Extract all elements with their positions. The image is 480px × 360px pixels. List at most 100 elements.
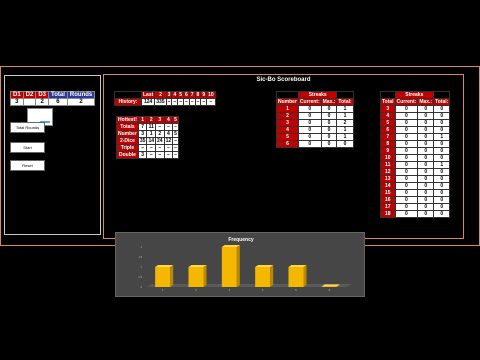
total-streaks-cell: 0: [394, 154, 419, 162]
total-streaks-cell: 0: [433, 147, 451, 155]
hottest-cell: 3: [137, 151, 148, 159]
history-value: 335: [154, 98, 167, 106]
total-streaks-cell: 0: [433, 119, 451, 127]
bar: [221, 247, 237, 287]
y-tick-label: 0: [141, 286, 143, 289]
d3-value[interactable]: 2: [35, 98, 50, 106]
total-streaks-cell: 0: [394, 161, 419, 169]
total-streaks-row-label: 3: [380, 105, 396, 113]
number-streaks-header: Total:: [336, 98, 354, 106]
hottest-row-label: Totals: [116, 123, 139, 131]
number-streaks-row: 4001: [276, 126, 354, 134]
app-window: D1 D2 D3 Total Rounds 3 2 6 2 Total Roun…: [0, 66, 480, 297]
bar-top: [321, 284, 340, 287]
total-streaks-cell: 0: [433, 196, 451, 204]
total-streaks-cell: 0: [417, 210, 435, 218]
hottest-cell: –: [163, 123, 174, 131]
hottest-cell: 1: [146, 130, 157, 138]
number-streaks-table: Streaks Number Current: Max.: Total: 100…: [276, 91, 354, 148]
bar-top: [155, 265, 174, 267]
hottest-cell: –: [163, 144, 174, 152]
total-streaks-cell: 0: [417, 182, 435, 190]
d1-value[interactable]: 3: [10, 98, 24, 106]
total-streaks-row-label: 6: [380, 126, 396, 134]
total-streaks-header: Total:: [433, 98, 451, 106]
scoreboard-panel: Sic-Bo Scoreboard Last 2 3 4 5 6 7 8 9 1…: [103, 74, 464, 239]
number-streaks-row: 2001: [276, 112, 354, 120]
total-streaks-header: Total: [380, 98, 396, 106]
number-streaks-cell: 1: [336, 133, 354, 141]
x-tick-label: 5: [295, 289, 297, 292]
total-streaks-cell: 0: [394, 105, 419, 113]
history-table: Last 2 3 4 5 6 7 8 9 10 History: 124 335…: [114, 91, 216, 106]
number-streaks-cell: 0: [297, 105, 322, 113]
total-streaks-cell: 0: [433, 140, 451, 148]
total-rounds-button[interactable]: Total Rounds: [10, 122, 45, 133]
total-streaks-row: 3000: [380, 105, 451, 113]
total-streaks-row: 17 0 0 0: [380, 203, 451, 211]
total-streaks-row: 7001: [380, 133, 451, 141]
hottest-row-label: Double: [116, 151, 139, 159]
hottest-cell: 7: [137, 123, 148, 131]
hottest-cell: –: [163, 151, 174, 159]
total-streaks-cell: 0: [433, 203, 451, 211]
total-streaks-row: 14 0 0 0: [380, 182, 451, 190]
number-streaks-cell: 0: [297, 140, 322, 148]
history-header: 10: [206, 91, 216, 99]
bar: [155, 267, 171, 287]
number-streaks-cell: 2: [336, 119, 354, 127]
total-streaks-row-label: 14: [380, 182, 396, 190]
d1-header: D1: [10, 91, 24, 99]
number-streaks-header: Number: [276, 98, 299, 106]
rounds-header: Rounds: [66, 91, 96, 99]
frequency-chart-svg: Frequency 0 0.5 1 1.5 2 1 2 3 4 5 6: [139, 237, 352, 292]
total-streaks-cell: 0: [433, 210, 451, 218]
total-streaks-row: 15 0 0 0: [380, 189, 451, 197]
bar-side: [170, 265, 174, 287]
total-streaks-row-label: 9: [380, 147, 396, 155]
total-streaks-cell: 0: [417, 112, 435, 120]
hottest-cell: 11: [146, 123, 157, 131]
number-streaks-cell: 0: [297, 126, 322, 134]
total-streaks-cell: 0: [417, 189, 435, 197]
hottest-cell: –: [155, 144, 165, 152]
hottest-cell: 3: [137, 130, 148, 138]
number-streaks-row-label: 3: [276, 119, 299, 127]
total-streaks-cell: 0: [417, 196, 435, 204]
hottest-cell: 12: [163, 137, 174, 145]
dice-table: D1 D2 D3 Total Rounds 3 2 6 2: [10, 91, 96, 106]
hottest-cell: –: [172, 137, 179, 145]
number-streaks-row: 3002: [276, 119, 354, 127]
start-button[interactable]: Start: [10, 142, 45, 153]
total-streaks-row-label: 16: [380, 196, 396, 204]
hottest-cell: –: [172, 123, 179, 131]
total-streaks-table: Streaks Total Current: Max.: Total: 3000…: [380, 91, 451, 218]
total-streaks-row: 10 0 0 0: [380, 154, 451, 162]
total-streaks-row: 12 0 0 0: [380, 168, 451, 176]
d2-value[interactable]: [22, 98, 37, 106]
hottest-cell: 4: [163, 130, 174, 138]
number-streaks-header: Max.:: [320, 98, 338, 106]
total-streaks-cell: 0: [394, 182, 419, 190]
control-panel: D1 D2 D3 Total Rounds 3 2 6 2 Total Roun…: [4, 75, 101, 235]
total-streaks-cell: 0: [417, 119, 435, 127]
hottest-row-label: Number: [116, 130, 139, 138]
hottest-cell: 2: [155, 130, 165, 138]
number-streaks-group-header: Streaks: [297, 91, 338, 99]
bar-side: [203, 265, 207, 287]
reset-button[interactable]: Reset: [10, 160, 45, 171]
number-streaks-row: 1001: [276, 105, 354, 113]
total-streaks-row: 4000: [380, 112, 451, 120]
total-streaks-cell: 0: [417, 140, 435, 148]
total-streaks-row-label: 11: [380, 161, 396, 169]
hottest-header: 2: [146, 116, 157, 124]
rounds-value[interactable]: 2: [66, 98, 96, 106]
y-tick-label: 2: [141, 246, 143, 249]
total-streaks-cell: 0: [394, 140, 419, 148]
total-streaks-cell: 0: [417, 168, 435, 176]
history-label: History:: [114, 98, 142, 106]
bar-side: [236, 245, 240, 287]
number-streaks-cell: 0: [320, 126, 338, 134]
number-streaks-row-label: 1: [276, 105, 299, 113]
number-streaks-cell: 0: [320, 140, 338, 148]
